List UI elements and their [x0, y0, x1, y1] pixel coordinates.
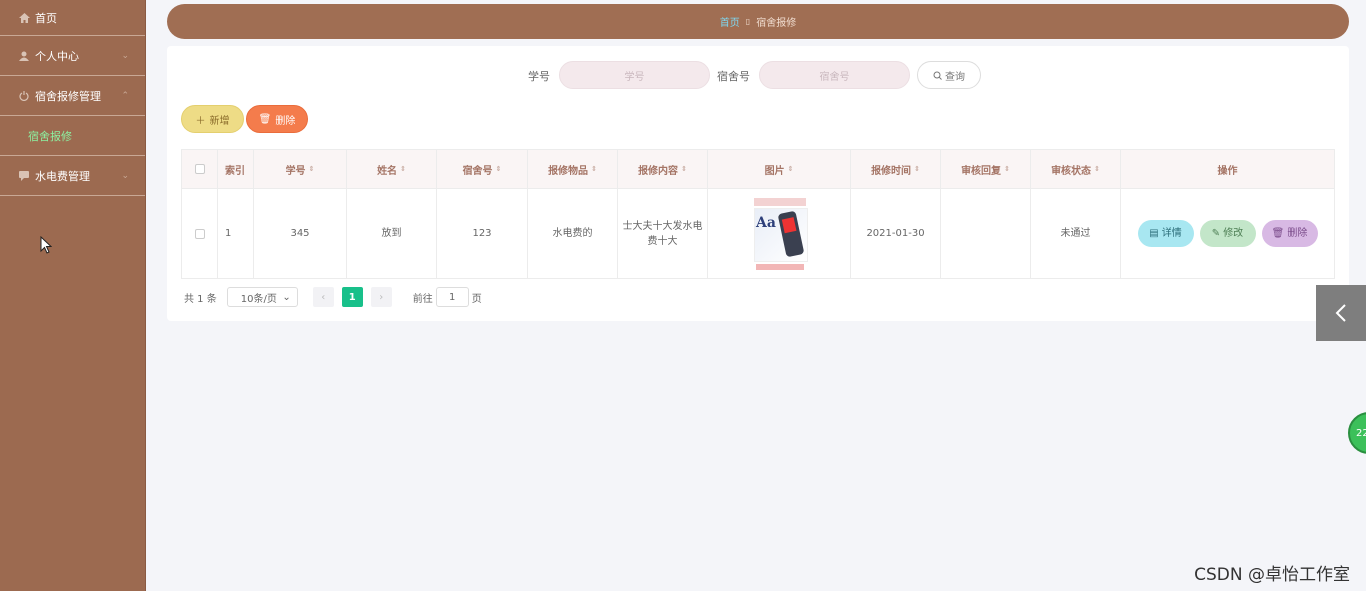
main-panel: 学号 学号 宿舍号 宿舍号 查询 ＋ 新增 🗑 删除 索引 学号 ⇕ 姓名 ⇕ 宿舍… — [167, 46, 1349, 321]
chevron-left-icon: ‹ — [321, 291, 326, 303]
chevron-down-icon: ⌄ — [121, 50, 129, 61]
floating-ball[interactable]: 22 — [1348, 412, 1366, 454]
plus-icon: ＋ — [195, 115, 206, 127]
user-icon — [18, 50, 30, 62]
header-actions: 操作 — [1217, 165, 1238, 177]
sidebar: 首页 个人中心 ⌄ 宿舍报修管理 ⌃ 宿舍报修 水电费管理 ⌄ — [0, 0, 146, 591]
home-icon — [18, 12, 30, 24]
cell-time: 2021-01-30 — [851, 189, 941, 278]
pencil-icon: ✎ — [1211, 228, 1221, 239]
cell-item: 水电费的 — [528, 189, 618, 278]
chevron-up-icon: ⌃ — [121, 90, 129, 101]
dorm-input[interactable]: 宿舍号 — [759, 61, 910, 89]
sort-icon[interactable]: ⇕ — [788, 165, 794, 173]
pagination: 共 1 条 10条/页 ⌄ ‹ 1 › 前往 1 页 — [184, 287, 482, 307]
header-name[interactable]: 姓名 ⇕ — [347, 150, 437, 188]
cell-dorm: 123 — [437, 189, 528, 278]
delete-button[interactable]: 🗑 删除 — [1261, 220, 1318, 247]
mouse-cursor-icon — [40, 236, 52, 254]
select-all-checkbox[interactable] — [194, 164, 205, 174]
sidebar-subitem-label: 宿舍报修 — [28, 129, 72, 143]
header-time[interactable]: 报修时间 ⇕ — [851, 150, 941, 188]
page-suffix: 页 — [471, 293, 482, 305]
goto-label: 前往 — [412, 293, 433, 305]
power-icon — [18, 90, 30, 102]
table-row: 1 345 放到 123 水电费的 士大夫十大发水电费十大 Aa 2021-01… — [182, 189, 1334, 278]
repair-table: 索引 学号 ⇕ 姓名 ⇕ 宿舍号 ⇕ 报修物品 ⇕ 报修内容 ⇕ 图片 ⇕ 报修时间 ⇕ 审核… — [181, 149, 1335, 279]
sort-icon[interactable]: ⇕ — [400, 165, 406, 173]
sidebar-item-personal-center[interactable]: 个人中心 ⌄ — [0, 36, 145, 76]
header-index: 索引 — [218, 150, 254, 188]
trash-icon: 🗑 — [258, 113, 272, 125]
cell-name: 放到 — [347, 189, 437, 278]
watermark: CSDN @卓怡工作室 — [1194, 565, 1350, 585]
cell-actions: ▤ 详情 ✎ 修改 🗑 删除 — [1121, 189, 1334, 278]
total-count: 共 1 条 — [184, 293, 217, 305]
header-image[interactable]: 图片 ⇕ — [708, 150, 851, 188]
sidebar-item-label: 宿舍报修管理 — [35, 89, 101, 103]
chevron-down-icon: ⌄ — [282, 291, 291, 303]
breadcrumb-current: 宿舍报修 — [756, 18, 797, 29]
header-dorm[interactable]: 宿舍号 ⇕ — [437, 150, 528, 188]
breadcrumb-separator: ▯ — [745, 17, 751, 26]
edit-button[interactable]: ✎ 修改 — [1199, 220, 1256, 247]
cell-content: 士大夫十大发水电费十大 — [618, 189, 708, 278]
row-checkbox[interactable] — [194, 228, 205, 239]
image-text: Aa — [756, 214, 776, 231]
next-page-button[interactable]: › — [370, 287, 392, 307]
cell-status: 未通过 — [1031, 189, 1121, 278]
search-bar: 学号 学号 宿舍号 宿舍号 查询 — [167, 61, 1349, 89]
document-icon: ▤ — [1149, 228, 1159, 239]
sort-icon[interactable]: ⇕ — [1004, 165, 1010, 173]
cell-student-id: 345 — [254, 189, 347, 278]
query-button[interactable]: 查询 — [917, 61, 981, 89]
chevron-left-icon — [1335, 304, 1346, 322]
goto-page-input[interactable]: 1 — [435, 287, 469, 307]
repair-image[interactable]: Aa — [746, 195, 812, 272]
sort-icon[interactable]: ⇕ — [309, 165, 315, 173]
cell-reply — [941, 189, 1031, 278]
sidebar-item-utility-fee-management[interactable]: 水电费管理 ⌄ — [0, 156, 145, 196]
batch-delete-button[interactable]: 🗑 删除 — [246, 105, 308, 133]
sidebar-item-label: 个人中心 — [35, 49, 79, 63]
sidebar-item-dorm-repair-management[interactable]: 宿舍报修管理 ⌃ — [0, 76, 145, 116]
breadcrumb: 首页 ▯ 宿舍报修 — [167, 4, 1349, 39]
sort-icon[interactable]: ⇕ — [591, 165, 597, 173]
sort-icon[interactable]: ⇕ — [681, 165, 687, 173]
sidebar-item-label: 首页 — [35, 11, 57, 25]
sort-icon[interactable]: ⇕ — [914, 165, 920, 173]
header-item[interactable]: 报修物品 ⇕ — [528, 150, 618, 188]
breadcrumb-home[interactable]: 首页 — [720, 14, 740, 29]
student-id-input[interactable]: 学号 — [559, 61, 710, 89]
cell-image: Aa — [708, 189, 851, 278]
add-button[interactable]: ＋ 新增 — [181, 105, 244, 133]
table-header: 索引 学号 ⇕ 姓名 ⇕ 宿舍号 ⇕ 报修物品 ⇕ 报修内容 ⇕ 图片 ⇕ 报修时间 ⇕ 审核… — [182, 150, 1334, 189]
sidebar-item-label: 水电费管理 — [35, 169, 90, 183]
page-1-button[interactable]: 1 — [341, 287, 363, 307]
page-size-select[interactable]: 10条/页 ⌄ — [226, 287, 298, 307]
sort-icon[interactable]: ⇕ — [496, 165, 502, 173]
chat-icon — [18, 170, 30, 182]
sidebar-subitem-dorm-repair[interactable]: 宿舍报修 — [0, 116, 145, 156]
chevron-right-icon: › — [379, 291, 384, 303]
header-status[interactable]: 审核状态 ⇕ — [1031, 150, 1121, 188]
header-reply[interactable]: 审核回复 ⇕ — [941, 150, 1031, 188]
detail-button[interactable]: ▤ 详情 — [1137, 220, 1194, 247]
prev-page-button[interactable]: ‹ — [312, 287, 334, 307]
dorm-label: 宿舍号 — [717, 70, 750, 83]
row-checkbox-cell — [182, 189, 218, 278]
sidebar-item-home[interactable]: 首页 — [0, 0, 145, 36]
cell-index: 1 — [218, 189, 254, 278]
sort-icon[interactable]: ⇕ — [1094, 165, 1100, 173]
student-id-label: 学号 — [528, 70, 550, 83]
header-student-id[interactable]: 学号 ⇕ — [254, 150, 347, 188]
collapse-panel-button[interactable] — [1316, 285, 1366, 341]
header-content[interactable]: 报修内容 ⇕ — [618, 150, 708, 188]
trash-icon: 🗑 — [1271, 228, 1285, 239]
search-icon — [933, 71, 942, 80]
select-all-checkbox-cell — [182, 150, 218, 188]
chevron-down-icon: ⌄ — [121, 170, 129, 181]
